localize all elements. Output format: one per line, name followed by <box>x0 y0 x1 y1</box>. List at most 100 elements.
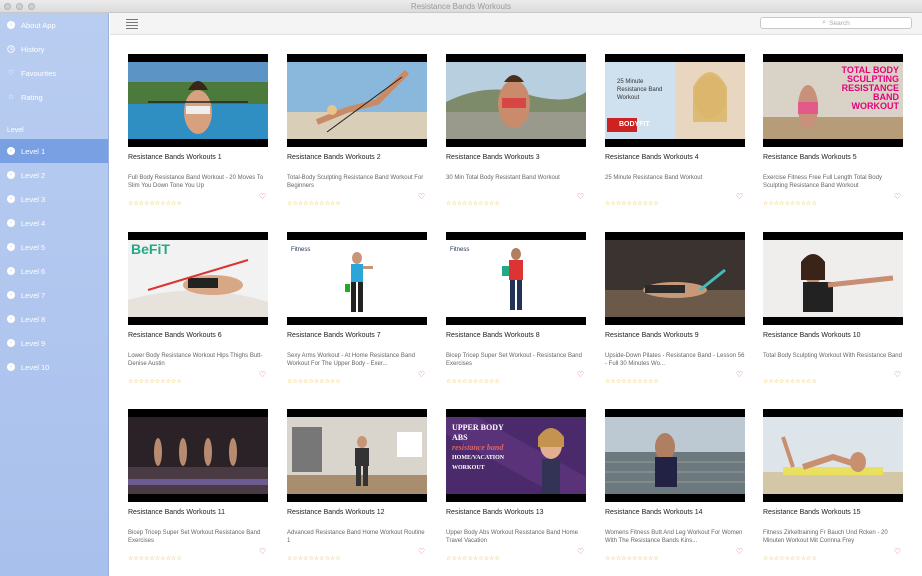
sidebar-level-8[interactable]: › Level 8 <box>0 307 108 331</box>
video-title: Resistance Bands Workouts 5 <box>763 154 857 161</box>
favourite-heart-icon[interactable]: ♡ <box>894 370 901 380</box>
video-thumbnail[interactable]: BeFiT <box>128 232 268 325</box>
rating-stars[interactable]: ☆☆☆☆☆☆☆☆☆☆ <box>128 556 182 562</box>
video-card[interactable]: Resistance Bands Workouts 15 Fitness Zirk… <box>763 409 903 569</box>
card-footer: ☆☆☆☆☆☆☆☆☆☆ ♡ <box>605 192 745 207</box>
sidebar-level-9[interactable]: › Level 9 <box>0 331 108 355</box>
video-thumbnail[interactable]: 25 Minute Resistance Band Workout BODYFIT <box>605 54 745 147</box>
sidebar-item-label: Level 2 <box>21 170 46 180</box>
rating-stars[interactable]: ☆☆☆☆☆☆☆☆☆☆ <box>605 556 659 562</box>
favourite-heart-icon[interactable]: ♡ <box>577 547 584 557</box>
video-title: Resistance Bands Workouts 8 <box>446 332 540 339</box>
rating-stars[interactable]: ☆☆☆☆☆☆☆☆☆☆ <box>128 379 182 385</box>
video-description: Full Body Resistance Band Workout - 20 M… <box>128 175 264 189</box>
video-thumbnail[interactable]: UPPER BODY ABS resistance band HOME/VACATIO… <box>446 409 586 502</box>
video-thumbnail[interactable] <box>763 409 903 502</box>
video-title: Resistance Bands Workouts 1 <box>128 154 222 161</box>
search-input[interactable]: ⌕ Search <box>760 17 912 29</box>
favourite-heart-icon[interactable]: ♡ <box>736 192 743 202</box>
rating-stars[interactable]: ☆☆☆☆☆☆☆☆☆☆ <box>446 379 500 385</box>
sidebar-level-1[interactable]: › Level 1 <box>0 139 108 163</box>
video-thumbnail[interactable] <box>287 54 427 147</box>
favourite-heart-icon[interactable]: ♡ <box>736 547 743 557</box>
video-thumbnail[interactable] <box>128 409 268 502</box>
video-card[interactable]: Resistance Bands Workouts 14 Womens Fitne… <box>605 409 745 569</box>
rating-stars[interactable]: ☆☆☆☆☆☆☆☆☆☆ <box>763 201 817 207</box>
video-title: Resistance Bands Workouts 11 <box>128 509 226 516</box>
rating-stars[interactable]: ☆☆☆☆☆☆☆☆☆☆ <box>605 379 659 385</box>
rating-stars[interactable]: ☆☆☆☆☆☆☆☆☆☆ <box>287 201 341 207</box>
video-card[interactable]: 25 Minute Resistance Band Workout BODYFIT Re… <box>605 54 745 214</box>
rating-stars[interactable]: ☆☆☆☆☆☆☆☆☆☆ <box>763 556 817 562</box>
favourite-heart-icon[interactable]: ♡ <box>418 547 425 557</box>
favourite-heart-icon[interactable]: ♡ <box>418 192 425 202</box>
video-card[interactable]: BeFiT Resistance Bands Workouts 6 Lower Bo… <box>128 232 268 392</box>
chevron-right-icon: › <box>7 267 15 275</box>
rating-stars[interactable]: ☆☆☆☆☆☆☆☆☆☆ <box>128 201 182 207</box>
video-description: 25 Minute Resistance Band Workout <box>605 175 703 181</box>
favourite-heart-icon[interactable]: ♡ <box>418 370 425 380</box>
video-card[interactable]: Resistance Bands Workouts 1 Full Body Res… <box>128 54 268 214</box>
sidebar-item-favourites[interactable]: ♡ Favourites <box>0 61 108 85</box>
clock-icon <box>7 45 15 53</box>
card-footer: ☆☆☆☆☆☆☆☆☆☆ ♡ <box>446 370 586 385</box>
sidebar-item-history[interactable]: History <box>0 37 108 61</box>
video-card[interactable]: Fitness Resistance Bands Workouts 8 Bicep … <box>446 232 586 392</box>
chevron-right-icon: › <box>7 363 15 371</box>
video-card[interactable]: Resistance Bands Workouts 12 Advanced Res… <box>287 409 427 569</box>
sidebar-item-label: Level 7 <box>21 290 46 300</box>
video-card[interactable]: Resistance Bands Workouts 10 Total Body S… <box>763 232 903 392</box>
favourite-heart-icon[interactable]: ♡ <box>259 192 266 202</box>
rating-stars[interactable]: ☆☆☆☆☆☆☆☆☆☆ <box>605 201 659 207</box>
list-icon[interactable] <box>126 17 138 29</box>
sidebar-item-about-app[interactable]: i About App <box>0 13 108 37</box>
favourite-heart-icon[interactable]: ♡ <box>894 547 901 557</box>
video-card[interactable]: Fitness Resistance Bands Workouts 7 Sexy A… <box>287 232 427 392</box>
sidebar-level-3[interactable]: › Level 3 <box>0 187 108 211</box>
video-card[interactable]: Resistance Bands Workouts 9 Upside-Down P… <box>605 232 745 392</box>
sidebar-level-4[interactable]: › Level 4 <box>0 211 108 235</box>
card-footer: ☆☆☆☆☆☆☆☆☆☆ ♡ <box>763 547 903 562</box>
thumb-caption: TOTAL BODY SCULPTING RESISTANCE BAND WORKOUT <box>841 65 899 111</box>
favourite-heart-icon[interactable]: ♡ <box>577 370 584 380</box>
sidebar-level-6[interactable]: › Level 6 <box>0 259 108 283</box>
favourite-heart-icon[interactable]: ♡ <box>259 547 266 557</box>
sidebar: i About App History ♡ Favourites ☆ Ratin… <box>0 13 109 576</box>
rating-stars[interactable]: ☆☆☆☆☆☆☆☆☆☆ <box>446 201 500 207</box>
chevron-right-icon: › <box>7 147 15 155</box>
video-thumbnail[interactable] <box>763 232 903 325</box>
star-icon: ☆ <box>7 93 15 101</box>
favourite-heart-icon[interactable]: ♡ <box>894 192 901 202</box>
favourite-heart-icon[interactable]: ♡ <box>259 370 266 380</box>
video-card[interactable]: Resistance Bands Workouts 3 30 Min Total … <box>446 54 586 214</box>
sidebar-item-rating[interactable]: ☆ Rating <box>0 85 108 109</box>
rating-stars[interactable]: ☆☆☆☆☆☆☆☆☆☆ <box>763 379 817 385</box>
video-thumbnail[interactable] <box>605 232 745 325</box>
video-thumbnail[interactable] <box>605 409 745 502</box>
video-description: Total-Body Sculpting Resistance Band Wor… <box>287 175 424 189</box>
rating-stars[interactable]: ☆☆☆☆☆☆☆☆☆☆ <box>287 556 341 562</box>
video-card[interactable]: UPPER BODY ABS resistance band HOME/VACATIO… <box>446 409 586 569</box>
video-card[interactable]: Resistance Bands Workouts 11 Bicep Tricep… <box>128 409 268 569</box>
video-thumbnail[interactable]: Fitness <box>446 232 586 325</box>
video-thumbnail[interactable] <box>128 54 268 147</box>
video-thumbnail[interactable] <box>446 54 586 147</box>
card-footer: ☆☆☆☆☆☆☆☆☆☆ ♡ <box>763 192 903 207</box>
video-thumbnail[interactable] <box>287 409 427 502</box>
heart-icon: ♡ <box>7 69 15 77</box>
video-card[interactable]: TOTAL BODY SCULPTING RESISTANCE BAND WORKOUT… <box>763 54 903 214</box>
video-card[interactable]: Resistance Bands Workouts 2 Total-Body Sc… <box>287 54 427 214</box>
sidebar-level-5[interactable]: › Level 5 <box>0 235 108 259</box>
video-description: Lower Body Resistance Workout Hips Thigh… <box>128 353 263 367</box>
sidebar-level-2[interactable]: › Level 2 <box>0 163 108 187</box>
video-thumbnail[interactable]: TOTAL BODY SCULPTING RESISTANCE BAND WORKOUT <box>763 54 903 147</box>
sidebar-level-7[interactable]: › Level 7 <box>0 283 108 307</box>
video-thumbnail[interactable]: Fitness <box>287 232 427 325</box>
window-title: Resistance Bands Workouts <box>410 2 512 11</box>
favourite-heart-icon[interactable]: ♡ <box>736 370 743 380</box>
sidebar-level-10[interactable]: › Level 10 <box>0 355 108 379</box>
rating-stars[interactable]: ☆☆☆☆☆☆☆☆☆☆ <box>287 379 341 385</box>
rating-stars[interactable]: ☆☆☆☆☆☆☆☆☆☆ <box>446 556 500 562</box>
favourite-heart-icon[interactable]: ♡ <box>577 192 584 202</box>
search-icon: ⌕ <box>822 19 827 26</box>
